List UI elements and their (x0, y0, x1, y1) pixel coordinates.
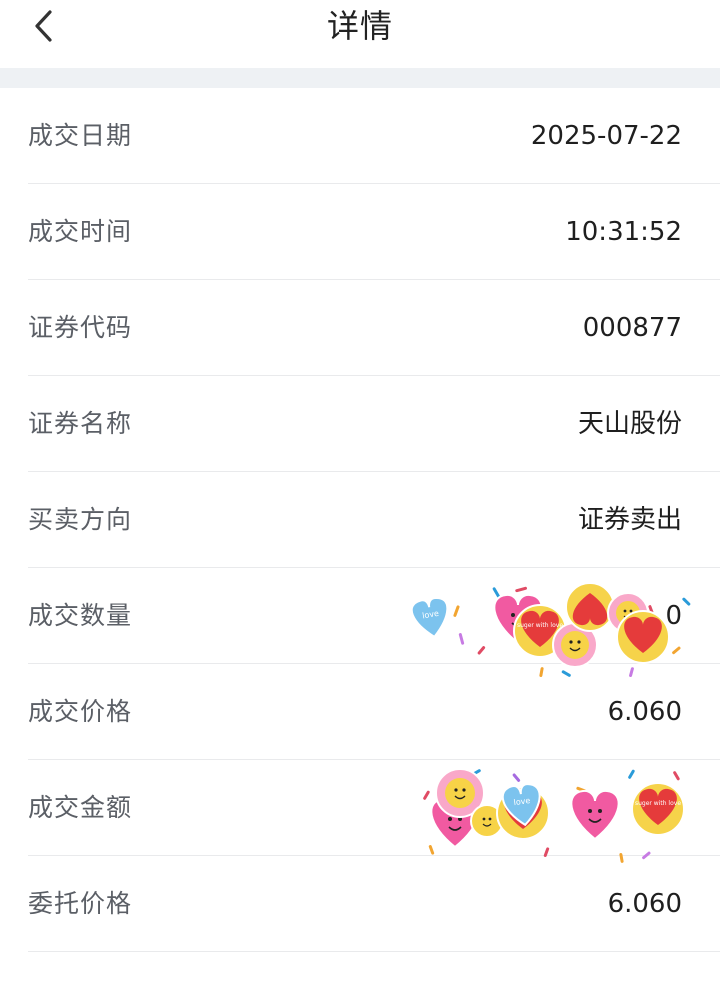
top-bar: 详情 (0, 0, 720, 68)
trade-date-value: 2025-07-22 (530, 121, 682, 151)
detail-row-direction: 买卖方向 证券卖出 (28, 472, 720, 568)
price-label: 成交价格 (28, 697, 133, 726)
detail-row-security-code: 证券代码 000877 (28, 280, 720, 376)
order-price-value: 6.060 (607, 889, 682, 919)
direction-label: 买卖方向 (28, 505, 133, 534)
amount-value: 0 (665, 793, 682, 823)
detail-row-trade-date: 成交日期 2025-07-22 (28, 88, 720, 184)
order-price-label: 委托价格 (28, 889, 133, 918)
detail-row-order-price: 委托价格 6.060 (28, 856, 720, 952)
detail-list: 成交日期 2025-07-22 成交时间 10:31:52 证券代码 00087… (0, 88, 720, 952)
section-divider (0, 68, 720, 88)
trade-date-label: 成交日期 (28, 121, 133, 150)
security-code-label: 证券代码 (28, 313, 133, 342)
direction-value: 证券卖出 (577, 505, 682, 535)
security-name-label: 证券名称 (28, 409, 133, 438)
trade-time-value: 10:31:52 (565, 217, 682, 247)
detail-row-quantity: 成交数量 0 (28, 568, 720, 664)
security-name-value: 天山股份 (577, 409, 682, 439)
detail-row-amount: 成交金额 0 (28, 760, 720, 856)
quantity-label: 成交数量 (28, 601, 133, 630)
security-code-value: 000877 (582, 313, 682, 343)
price-value: 6.060 (607, 697, 682, 727)
detail-row-trade-time: 成交时间 10:31:52 (28, 184, 720, 280)
page-title: 详情 (326, 7, 393, 45)
quantity-value: 0 (665, 601, 682, 631)
amount-label: 成交金额 (28, 793, 133, 822)
trade-time-label: 成交时间 (28, 217, 133, 246)
detail-row-price: 成交价格 6.060 (28, 664, 720, 760)
detail-row-security-name: 证券名称 天山股份 (28, 376, 720, 472)
